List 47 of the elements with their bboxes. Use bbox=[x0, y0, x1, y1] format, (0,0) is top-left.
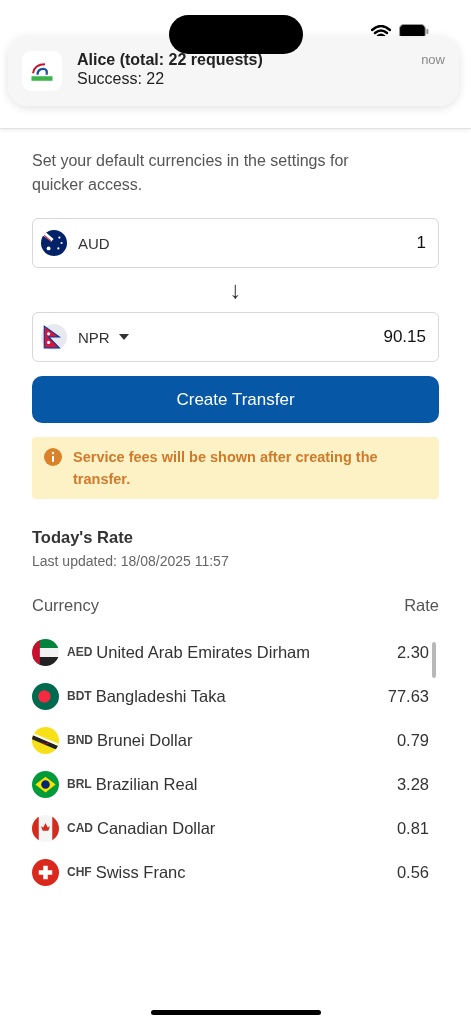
notification-title: Alice (total: 22 requests) bbox=[77, 50, 264, 69]
column-header: Currency bbox=[32, 596, 99, 615]
currency-code: AED bbox=[67, 645, 93, 659]
rate-value: 0.81 bbox=[396, 818, 429, 838]
down-arrow: ↓ bbox=[229, 276, 242, 304]
currency-code: CAD bbox=[67, 821, 93, 835]
notice-text: Service fees will be shown after creating the transfer. bbox=[73, 448, 379, 489]
currency-name: Canadian Dollar bbox=[97, 818, 216, 838]
rate-value: 2.30 bbox=[396, 642, 429, 662]
notification-banner[interactable]: Alice (total: 22 requests) Success: 22 now bbox=[8, 36, 459, 106]
info-icon bbox=[44, 448, 62, 466]
flag-icon bbox=[32, 726, 59, 754]
rate-value: 77.63 bbox=[387, 686, 429, 706]
create-transfer-button[interactable]: Create Transfer bbox=[32, 376, 439, 423]
notification-body: Success: 22 bbox=[77, 69, 166, 88]
currency-name: United Arab Emirates Dirham bbox=[96, 642, 310, 662]
intro-text: Set your default currencies in the settings for quicker access. bbox=[32, 151, 350, 195]
flag-icon bbox=[32, 770, 59, 798]
flag-icon bbox=[32, 682, 59, 710]
rate-value: 3.28 bbox=[396, 774, 429, 794]
scrollbar[interactable] bbox=[432, 642, 436, 678]
amount-value: 1 bbox=[416, 233, 426, 253]
flag-icon bbox=[32, 638, 59, 666]
currency-code: CHF bbox=[67, 865, 92, 879]
currency-code: NPR bbox=[78, 328, 110, 346]
currency-name: Brunei Dollar bbox=[97, 730, 193, 750]
notification-time: now bbox=[421, 52, 445, 67]
currency-field[interactable]: AUD 1 bbox=[32, 218, 439, 268]
amount-value: 90.15 bbox=[383, 327, 426, 347]
currency-code: BRL bbox=[67, 777, 92, 791]
wifi-icon bbox=[371, 24, 391, 39]
flag-icon bbox=[32, 858, 59, 886]
currency-name: Bangladeshi Taka bbox=[95, 686, 226, 706]
rate-value: 0.56 bbox=[396, 862, 429, 882]
currency-field[interactable]: NPR 90.15 bbox=[32, 312, 439, 362]
flag-icon bbox=[32, 814, 59, 842]
last-updated-text: Last updated: 18/08/2025 11:57 bbox=[32, 553, 230, 569]
section-title: Today's Rate bbox=[32, 528, 134, 547]
currency-name: Swiss Franc bbox=[95, 862, 186, 882]
column-header: Rate bbox=[404, 596, 439, 615]
currency-code: BND bbox=[67, 733, 93, 747]
currency-code: BDT bbox=[67, 689, 92, 703]
currency-name: Brazilian Real bbox=[95, 774, 198, 794]
rate-value: 0.79 bbox=[396, 730, 429, 750]
currency-code: AUD bbox=[78, 234, 110, 252]
flag-icon bbox=[41, 230, 67, 256]
flag-icon bbox=[41, 324, 67, 350]
